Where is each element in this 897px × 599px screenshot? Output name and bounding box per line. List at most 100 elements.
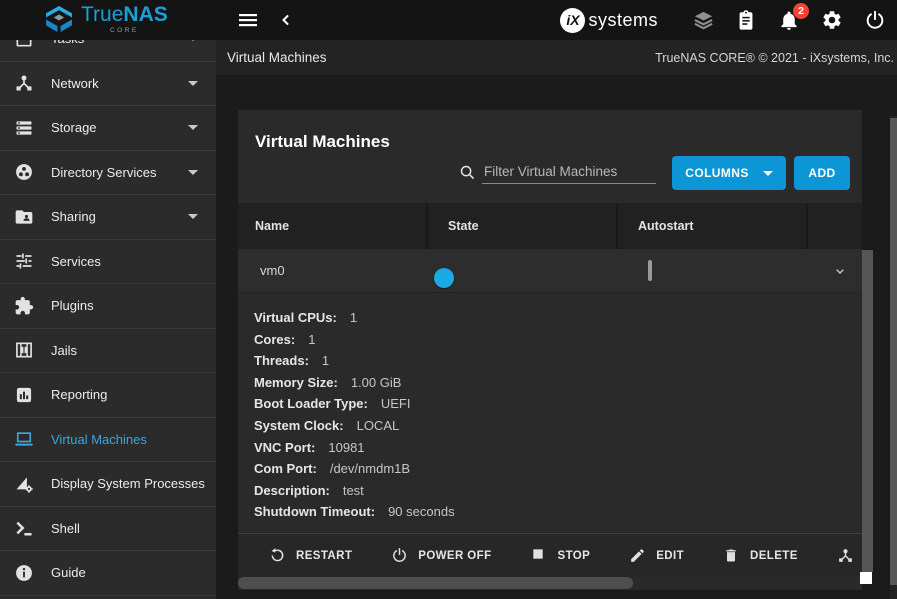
sidebar-item-label: Directory Services: [51, 165, 188, 180]
sidebar-item-tasks[interactable]: Tasks: [0, 40, 216, 62]
chevron-down-icon: [763, 171, 773, 176]
tasks-icon: [14, 40, 34, 49]
main-area: Virtual Machines TrueNAS CORE® © 2021 - …: [216, 40, 897, 599]
page-vertical-scrollbar[interactable]: [890, 116, 897, 599]
sidebar-item-network[interactable]: Network: [0, 62, 216, 107]
card-toolbar: COLUMNS ADD: [238, 154, 862, 192]
column-header-state[interactable]: State: [428, 203, 618, 249]
detail-description: Description:test: [254, 480, 862, 502]
devices-icon: [837, 547, 854, 564]
table-vertical-scrollbar-thumb[interactable]: [862, 250, 873, 572]
ix-circle-logo: iX: [560, 8, 585, 33]
content-area: Virtual Machines COLUMNS ADD: [216, 76, 890, 599]
table-row[interactable]: vm0: [238, 249, 862, 293]
sidebar-item-shell[interactable]: Shell: [0, 507, 216, 552]
sidebar-item-label: Reporting: [51, 387, 202, 402]
add-button[interactable]: ADD: [794, 156, 850, 190]
detail-com-port: Com Port:/dev/nmdm1B: [254, 458, 862, 480]
brand-sub-core: CORE: [81, 27, 168, 34]
truenas-cube-icon: [44, 5, 74, 33]
sidebar-item-virtual-machines[interactable]: Virtual Machines: [0, 418, 216, 463]
virtual-machines-card: Virtual Machines COLUMNS ADD: [238, 110, 862, 590]
shell-icon: [14, 518, 34, 538]
sidebar-item-label: Storage: [51, 120, 188, 135]
virtual-machines-icon: [14, 429, 34, 449]
sidebar-item-label: Guide: [51, 565, 202, 580]
restart-icon: [269, 547, 286, 564]
page-title: Virtual Machines: [255, 132, 390, 151]
sidebar-item-sharing[interactable]: Sharing: [0, 195, 216, 240]
stop-icon: [531, 547, 548, 564]
page-vertical-scrollbar-thumb[interactable]: [890, 118, 897, 585]
sidebar-item-guide[interactable]: Guide: [0, 551, 216, 596]
vm-action-bar: RESTART POWER OFF STOP: [238, 533, 862, 577]
edit-button[interactable]: EDIT: [629, 547, 684, 564]
table-header-row: Name State Autostart: [238, 203, 862, 249]
row-collapse-chevron-icon[interactable]: [832, 263, 848, 279]
core-layers-icon[interactable]: [692, 9, 715, 32]
top-bar: TrueNAS CORE iX systems: [0, 0, 897, 40]
jails-icon: [14, 340, 34, 360]
detail-vnc-port: VNC Port:10981: [254, 437, 862, 459]
horizontal-scrollbar-thumb[interactable]: [238, 577, 633, 589]
vm-name-cell: vm0: [238, 263, 428, 278]
sidebar-item-label: Network: [51, 76, 188, 91]
filter-virtual-machines-input[interactable]: [482, 162, 656, 184]
autostart-checkbox[interactable]: [648, 260, 652, 281]
back-chevron-icon[interactable]: [276, 10, 296, 30]
sidebar-item-plugins[interactable]: Plugins: [0, 284, 216, 329]
sidebar-item-jails[interactable]: Jails: [0, 329, 216, 374]
display-system-processes-icon: [14, 474, 34, 494]
breadcrumb: Virtual Machines: [227, 50, 327, 65]
sidebar-item-directory-services[interactable]: Directory Services: [0, 151, 216, 196]
detail-memory-size: Memory Size:1.00 GiB: [254, 372, 862, 394]
column-header-autostart[interactable]: Autostart: [618, 203, 808, 249]
sidebar-item-storage[interactable]: Storage: [0, 106, 216, 151]
menu-hamburger-icon[interactable]: [236, 8, 260, 32]
vm-autostart-cell: [618, 262, 808, 280]
breadcrumb-bar: Virtual Machines TrueNAS CORE® © 2021 - …: [216, 40, 897, 76]
truenas-logo[interactable]: TrueNAS CORE: [44, 4, 168, 34]
devices-button[interactable]: DEVICES: [837, 547, 862, 564]
filter-box: [459, 162, 656, 184]
sidebar-item-reporting[interactable]: Reporting: [0, 373, 216, 418]
plugins-icon: [14, 296, 34, 316]
delete-button[interactable]: DELETE: [723, 547, 798, 564]
clipboard-tasks-icon[interactable]: [735, 9, 758, 32]
sidebar-item-display-system-processes[interactable]: Display System Processes: [0, 462, 216, 507]
sidebar-item-label: Jails: [51, 343, 202, 358]
restart-button[interactable]: RESTART: [269, 547, 352, 564]
scrollbar-corner: [860, 572, 872, 584]
power-off-icon: [391, 547, 408, 564]
column-header-name[interactable]: Name: [238, 203, 428, 249]
sidebar-item-label: Display System Processes: [51, 476, 205, 491]
detail-system-clock: System Clock:LOCAL: [254, 415, 862, 437]
power-off-button[interactable]: POWER OFF: [391, 547, 491, 564]
services-icon: [14, 251, 34, 271]
power-icon[interactable]: [864, 9, 887, 32]
chevron-down-icon: [188, 81, 198, 86]
horizontal-scrollbar[interactable]: [238, 577, 862, 590]
network-icon: [14, 73, 34, 93]
sidebar-item-services[interactable]: Services: [0, 240, 216, 285]
settings-gear-icon[interactable]: [821, 9, 844, 32]
delete-icon: [723, 547, 740, 564]
detail-boot-loader-type: Boot Loader Type:UEFI: [254, 393, 862, 415]
notification-count-badge: 2: [793, 3, 809, 19]
storage-icon: [14, 118, 34, 138]
chevron-down-icon: [188, 125, 198, 130]
detail-virtual-cpus: Virtual CPUs:1: [254, 307, 862, 329]
sharing-icon: [14, 207, 34, 227]
copyright-text: TrueNAS CORE® © 2021 - iXsystems, Inc.: [655, 51, 894, 65]
chevron-down-icon: [188, 170, 198, 175]
edit-icon: [629, 547, 646, 564]
sidebar-item-label: Services: [51, 254, 202, 269]
notifications-bell-icon[interactable]: 2: [778, 9, 801, 32]
stop-button[interactable]: STOP: [531, 547, 591, 564]
sidebar-item-label: Shell: [51, 521, 202, 536]
sidebar-item-label: Tasks: [51, 40, 188, 46]
vm-details-panel: Virtual CPUs:1 Cores:1 Threads:1 Memory …: [238, 293, 862, 533]
columns-button[interactable]: COLUMNS: [672, 156, 786, 190]
detail-shutdown-timeout: Shutdown Timeout:90 seconds: [254, 501, 862, 523]
search-icon: [459, 164, 476, 181]
